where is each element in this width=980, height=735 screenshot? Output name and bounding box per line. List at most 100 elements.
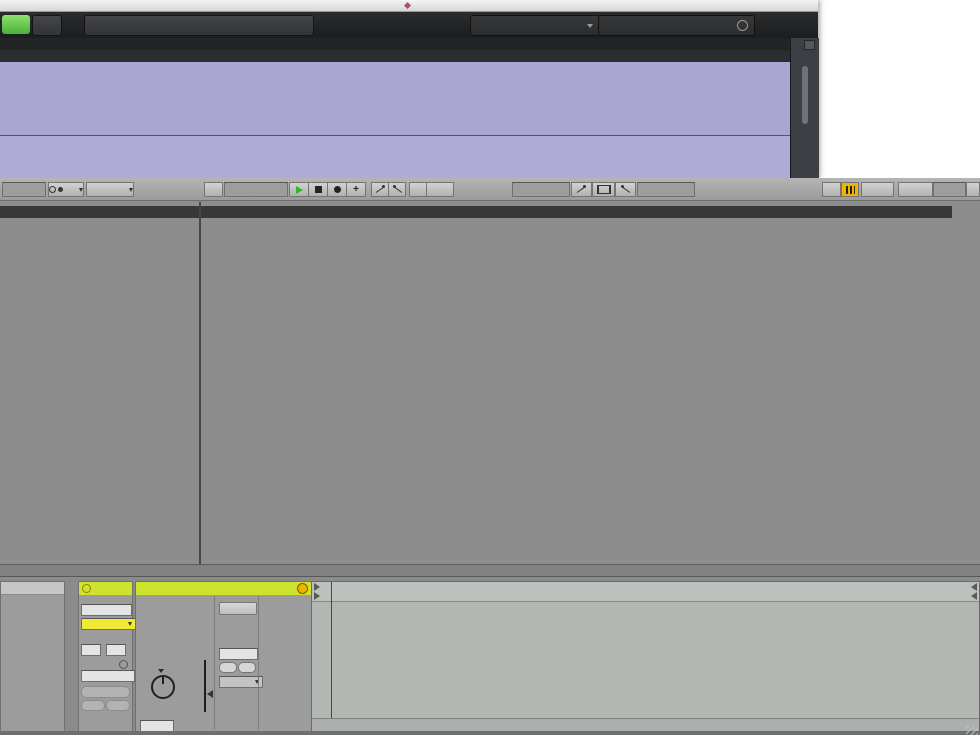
chevron-down-icon <box>79 188 83 192</box>
screenshot-seam <box>199 202 201 576</box>
grid-type-select[interactable] <box>470 15 600 36</box>
chevron-down-icon <box>587 24 593 28</box>
chevron-down-icon <box>128 622 132 626</box>
quantization-menu[interactable] <box>86 182 134 197</box>
next-clip-button[interactable] <box>106 700 130 711</box>
loop-switch[interactable] <box>592 182 615 197</box>
automation-icon <box>393 185 402 194</box>
info-view-header <box>1 582 64 595</box>
drums-track[interactable] <box>0 62 790 136</box>
play-button[interactable] <box>289 182 309 197</box>
loop-start-field[interactable] <box>512 182 570 197</box>
disk-overload-indicator <box>966 182 980 197</box>
key-map-button[interactable] <box>861 182 894 197</box>
midi-overdub-button[interactable]: + <box>346 182 366 197</box>
re-enable-automation-button[interactable] <box>388 182 406 197</box>
live-transport-bar: + <box>0 178 980 201</box>
cubase-titlebar[interactable] <box>0 0 818 12</box>
signature-numerator-field[interactable] <box>81 644 101 656</box>
stop-icon <box>315 186 322 193</box>
cubase-tool-group <box>84 15 314 36</box>
halve-bpm-button[interactable] <box>219 662 237 673</box>
arrangement-record-button[interactable] <box>327 182 347 197</box>
groove-select[interactable] <box>81 670 135 682</box>
sample-waveform-display[interactable] <box>311 581 980 733</box>
ableton-window: + <box>0 178 980 735</box>
automation-arm-button[interactable] <box>371 182 389 197</box>
loop-length-field[interactable] <box>637 182 695 197</box>
piano-keys-icon <box>846 186 855 194</box>
cubase-vertical-scrollbar[interactable] <box>790 38 819 178</box>
clip-box-panel <box>78 581 133 733</box>
metronome-dot-icon <box>58 187 63 192</box>
waveform-scrub-area[interactable] <box>312 582 979 602</box>
punch-in-button[interactable] <box>571 182 592 197</box>
chevron-down-icon <box>129 188 133 192</box>
clip-activator-icon[interactable] <box>82 584 91 593</box>
marker-lane <box>0 50 790 62</box>
new-scene-button[interactable] <box>426 182 454 197</box>
sample-box-panel <box>135 581 312 733</box>
panel-divider <box>214 596 215 730</box>
screenshot-root: + <box>0 0 980 735</box>
clip-box-header <box>79 582 132 595</box>
metronome-button[interactable] <box>48 182 84 197</box>
stop-button[interactable] <box>308 182 328 197</box>
draw-mode-button[interactable] <box>822 182 841 197</box>
clip-name-field[interactable] <box>81 604 132 616</box>
cpu-load-meter <box>933 182 966 197</box>
record-button[interactable] <box>32 15 62 36</box>
groove-hotswap-icon[interactable] <box>119 660 128 669</box>
sample-box-header <box>136 582 311 595</box>
clip-color-chooser[interactable] <box>81 618 136 630</box>
loop-brace-icon[interactable] <box>314 583 320 591</box>
session-top-strip <box>0 206 952 218</box>
computer-midi-keyboard-button[interactable] <box>841 182 859 197</box>
automation-icon <box>376 185 385 194</box>
time-signature-field[interactable] <box>2 182 46 197</box>
quantize-circle-icon <box>737 20 748 31</box>
play-button[interactable] <box>2 15 30 34</box>
metronome-icon <box>49 186 56 193</box>
loop-brace-icon[interactable] <box>314 592 320 600</box>
warp-mode-select[interactable] <box>219 676 263 688</box>
scrollbar-thumb[interactable] <box>802 66 808 124</box>
signature-denominator-field[interactable] <box>106 644 126 656</box>
hotswap-sample-icon[interactable] <box>297 583 308 594</box>
quantize-select[interactable] <box>598 15 755 36</box>
clip-gain-slider[interactable] <box>204 660 206 712</box>
playhead[interactable] <box>331 582 332 719</box>
midi-map-button[interactable] <box>898 182 933 197</box>
window-bottom-edge <box>0 731 980 735</box>
scroll-corner-icon <box>804 40 815 50</box>
cubase-app-icon <box>404 2 411 9</box>
transpose-knob[interactable] <box>151 675 175 699</box>
panel-divider <box>258 596 259 730</box>
prev-clip-button[interactable] <box>81 700 105 711</box>
seg-bpm-field[interactable] <box>219 648 258 660</box>
warp-button[interactable] <box>219 602 257 615</box>
play-icon <box>296 186 303 194</box>
loop-brace-icon[interactable] <box>971 592 977 600</box>
clip-view <box>0 576 980 735</box>
waveform-canvas <box>312 602 979 719</box>
loop-brace-icon[interactable] <box>971 583 977 591</box>
bass-track[interactable] <box>0 136 790 178</box>
cubase-window <box>0 0 818 178</box>
gain-slider-handle[interactable] <box>207 690 213 698</box>
resize-grip-icon[interactable] <box>966 725 978 735</box>
loop-icon <box>597 185 611 194</box>
info-view-panel <box>0 581 65 733</box>
arrangement-position-field[interactable] <box>224 182 288 197</box>
punch-out-button[interactable] <box>615 182 636 197</box>
punch-out-icon <box>621 185 630 194</box>
double-bpm-button[interactable] <box>238 662 256 673</box>
knob-marker-icon <box>158 669 164 673</box>
follow-button[interactable] <box>204 182 223 197</box>
cubase-toolbar <box>0 12 818 39</box>
record-icon <box>334 186 341 193</box>
punch-in-icon <box>577 185 586 194</box>
session-record-button[interactable] <box>409 182 427 197</box>
commit-button[interactable] <box>81 686 130 698</box>
sample-time-ruler[interactable] <box>312 718 979 732</box>
